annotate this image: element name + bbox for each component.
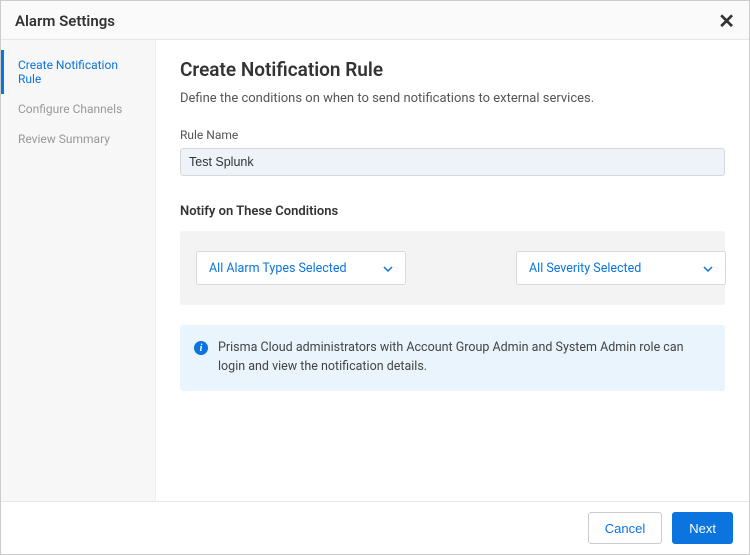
info-icon: i xyxy=(194,341,208,355)
dialog-body: Create Notification Rule Configure Chann… xyxy=(1,40,749,501)
next-button[interactable]: Next xyxy=(672,512,733,544)
info-text: Prisma Cloud administrators with Account… xyxy=(218,339,711,377)
wizard-sidebar: Create Notification Rule Configure Chann… xyxy=(1,40,156,501)
sidebar-step-label: Review Summary xyxy=(18,132,110,146)
conditions-box: All Alarm Types Selected All Severity Se… xyxy=(180,231,725,305)
rule-name-label: Rule Name xyxy=(180,128,725,142)
alarm-types-selected-text: All Alarm Types Selected xyxy=(209,261,347,276)
severity-selected-text: All Severity Selected xyxy=(529,261,641,276)
rule-name-input[interactable] xyxy=(180,148,725,176)
severity-dropdown[interactable]: All Severity Selected xyxy=(516,251,726,285)
page-subtitle: Define the conditions on when to send no… xyxy=(180,91,725,106)
alarm-types-dropdown[interactable]: All Alarm Types Selected xyxy=(196,251,406,285)
page-heading: Create Notification Rule xyxy=(180,58,725,81)
cancel-button[interactable]: Cancel xyxy=(588,512,662,544)
info-banner: i Prisma Cloud administrators with Accou… xyxy=(180,325,725,391)
chevron-down-icon xyxy=(383,263,393,273)
main-panel: Create Notification Rule Define the cond… xyxy=(156,40,749,501)
sidebar-step-create-rule[interactable]: Create Notification Rule xyxy=(1,50,155,94)
sidebar-step-label: Create Notification Rule xyxy=(18,58,118,86)
sidebar-step-configure-channels[interactable]: Configure Channels xyxy=(1,94,155,124)
chevron-down-icon xyxy=(703,263,713,273)
alarm-settings-dialog: Alarm Settings ✕ Create Notification Rul… xyxy=(0,0,750,555)
close-icon[interactable]: ✕ xyxy=(718,11,735,31)
dialog-title: Alarm Settings xyxy=(15,12,115,30)
conditions-label: Notify on These Conditions xyxy=(180,204,725,219)
sidebar-step-review-summary[interactable]: Review Summary xyxy=(1,124,155,154)
titlebar: Alarm Settings ✕ xyxy=(1,1,749,40)
dialog-footer: Cancel Next xyxy=(1,501,749,554)
sidebar-step-label: Configure Channels xyxy=(18,102,122,116)
